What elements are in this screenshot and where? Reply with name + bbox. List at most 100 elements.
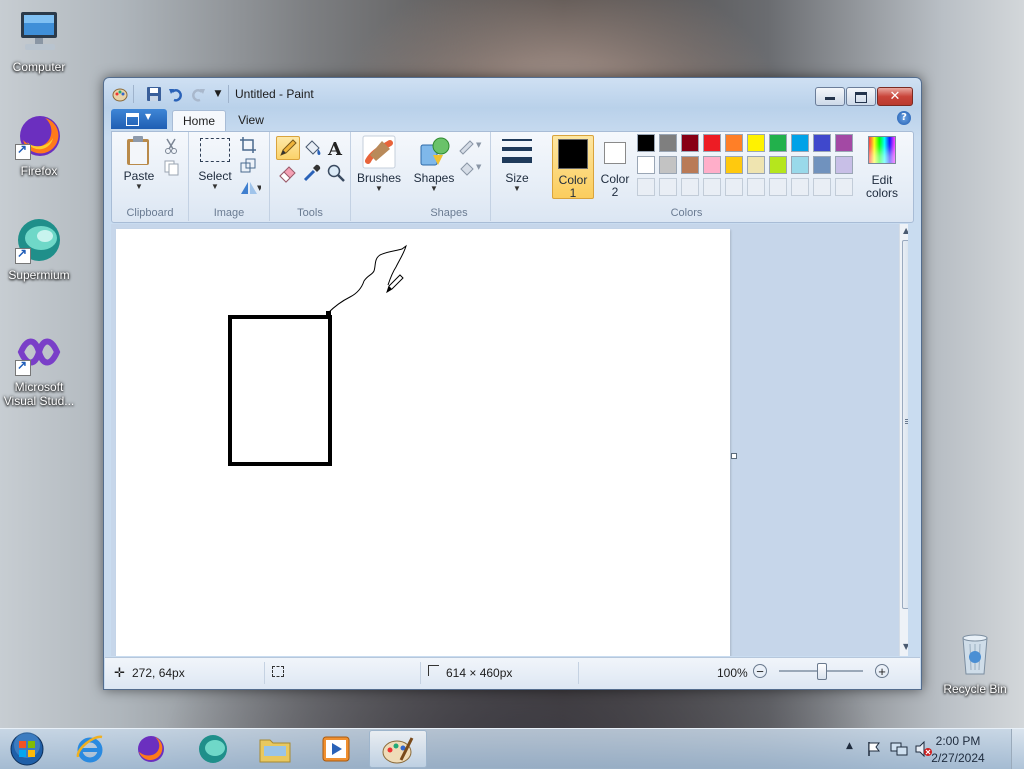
- title-bar[interactable]: ▼ Untitled - Paint ✕: [104, 78, 921, 108]
- taskbar-internet-explorer[interactable]: [61, 730, 119, 768]
- palette-swatch[interactable]: [703, 134, 721, 152]
- custom-color-slot[interactable]: [835, 178, 853, 196]
- scroll-down-icon[interactable]: ▼: [903, 642, 908, 651]
- custom-color-slot[interactable]: [637, 178, 655, 196]
- palette-swatch[interactable]: [791, 134, 809, 152]
- firefox-icon: [138, 736, 164, 762]
- redo-icon[interactable]: [190, 86, 206, 102]
- paste-button[interactable]: Paste ▼: [117, 135, 161, 191]
- cut-icon[interactable]: [162, 137, 182, 157]
- start-button[interactable]: [0, 730, 54, 768]
- color-picker-tool[interactable]: [300, 161, 324, 185]
- taskbar-media-player[interactable]: [307, 730, 365, 768]
- brush-icon: [362, 135, 396, 169]
- palette-swatch[interactable]: [769, 156, 787, 174]
- minimize-button[interactable]: [815, 87, 845, 106]
- zoom-slider-thumb[interactable]: [817, 663, 827, 680]
- custom-color-slot[interactable]: [747, 178, 765, 196]
- edit-colors-button[interactable]: Edit colors: [862, 135, 902, 200]
- custom-color-slot[interactable]: [681, 178, 699, 196]
- customize-qat-icon[interactable]: ▼: [210, 86, 226, 102]
- canvas-resize-handle[interactable]: [731, 453, 737, 459]
- colors-group-label: Colors: [670, 207, 703, 219]
- magnifier-tool[interactable]: [324, 161, 348, 185]
- palette-swatch[interactable]: [835, 156, 853, 174]
- desktop-icon-visual-studio[interactable]: Microsoft Visual Stud...: [0, 328, 78, 408]
- text-tool[interactable]: A: [324, 136, 348, 160]
- desktop-icon-supermium[interactable]: Supermium: [0, 216, 78, 282]
- eraser-tool[interactable]: [276, 161, 300, 185]
- vertical-scrollbar[interactable]: ▲ ▼: [899, 224, 908, 656]
- line-size-icon: [502, 139, 532, 163]
- rotate-icon[interactable]: ▼: [239, 178, 263, 198]
- taskbar-firefox[interactable]: [122, 730, 180, 768]
- shape-fill-icon[interactable]: ▼: [458, 159, 484, 179]
- help-icon[interactable]: ?: [897, 111, 911, 125]
- taskbar-file-explorer[interactable]: [246, 730, 304, 768]
- select-button[interactable]: Select ▼: [193, 136, 237, 191]
- scroll-up-icon[interactable]: ▲: [903, 226, 908, 235]
- desktop-icon-recycle-bin[interactable]: Recycle Bin: [936, 630, 1014, 696]
- maximize-button[interactable]: [846, 87, 876, 106]
- custom-color-slot[interactable]: [813, 178, 831, 196]
- palette-swatch[interactable]: [725, 134, 743, 152]
- custom-color-slot[interactable]: [791, 178, 809, 196]
- close-button[interactable]: ✕: [877, 87, 913, 106]
- show-desktop-button[interactable]: [1011, 729, 1024, 769]
- network-icon[interactable]: [890, 741, 908, 760]
- palette-swatch[interactable]: [703, 156, 721, 174]
- palette-swatch[interactable]: [725, 156, 743, 174]
- clock-date[interactable]: 2/27/2024: [918, 751, 998, 765]
- fill-tool[interactable]: [300, 136, 324, 160]
- zoom-in-button[interactable]: +: [875, 664, 889, 678]
- palette-swatch[interactable]: [835, 134, 853, 152]
- scrollbar-thumb[interactable]: [902, 240, 908, 609]
- palette-swatch[interactable]: [637, 156, 655, 174]
- taskbar-supermium[interactable]: [184, 730, 242, 768]
- paste-label: Paste: [123, 169, 155, 183]
- palette-swatch[interactable]: [769, 134, 787, 152]
- color2-button[interactable]: Color 2: [595, 135, 635, 199]
- palette-swatch[interactable]: [813, 156, 831, 174]
- pencil-cursor-icon: [386, 274, 404, 294]
- zoom-out-button[interactable]: −: [753, 664, 767, 678]
- paint-app-icon[interactable]: [112, 86, 128, 102]
- file-explorer-icon: [259, 739, 291, 763]
- palette-swatch[interactable]: [681, 134, 699, 152]
- shapes-button[interactable]: Shapes ▼: [412, 135, 456, 193]
- palette-swatch[interactable]: [659, 156, 677, 174]
- desktop-icon-firefox[interactable]: Firefox: [0, 112, 78, 178]
- palette-swatch[interactable]: [747, 156, 765, 174]
- clock-time[interactable]: 2:00 PM: [918, 734, 998, 748]
- crop-icon[interactable]: [239, 136, 259, 156]
- supermium-icon: [199, 735, 227, 763]
- palette-swatch[interactable]: [813, 134, 831, 152]
- tab-view[interactable]: View: [228, 110, 274, 131]
- recycle-bin-icon: [951, 630, 999, 678]
- desktop-icon-computer[interactable]: Computer: [0, 8, 78, 74]
- custom-color-slot[interactable]: [703, 178, 721, 196]
- palette-swatch[interactable]: [659, 134, 677, 152]
- palette-swatch[interactable]: [791, 156, 809, 174]
- drawing-canvas[interactable]: [116, 229, 730, 656]
- save-icon[interactable]: [146, 86, 162, 102]
- copy-icon[interactable]: [162, 159, 182, 179]
- palette-swatch[interactable]: [747, 134, 765, 152]
- pencil-tool[interactable]: [276, 136, 300, 160]
- tab-home[interactable]: Home: [172, 110, 226, 132]
- resize-icon[interactable]: [239, 157, 259, 177]
- custom-color-slot[interactable]: [659, 178, 677, 196]
- palette-swatch[interactable]: [681, 156, 699, 174]
- size-button[interactable]: Size ▼: [495, 135, 539, 193]
- custom-color-slot[interactable]: [725, 178, 743, 196]
- brushes-button[interactable]: Brushes ▼: [355, 135, 403, 193]
- undo-icon[interactable]: [168, 86, 184, 102]
- taskbar-paint[interactable]: [369, 730, 427, 768]
- color1-button[interactable]: Color 1: [552, 135, 594, 200]
- show-hidden-icons-button[interactable]: ▲: [846, 741, 853, 751]
- custom-color-slot[interactable]: [769, 178, 787, 196]
- palette-swatch[interactable]: [637, 134, 655, 152]
- shape-outline-icon[interactable]: ▼: [458, 137, 484, 157]
- paint-menu-button[interactable]: ▼: [111, 109, 167, 129]
- action-center-flag-icon[interactable]: [866, 741, 882, 760]
